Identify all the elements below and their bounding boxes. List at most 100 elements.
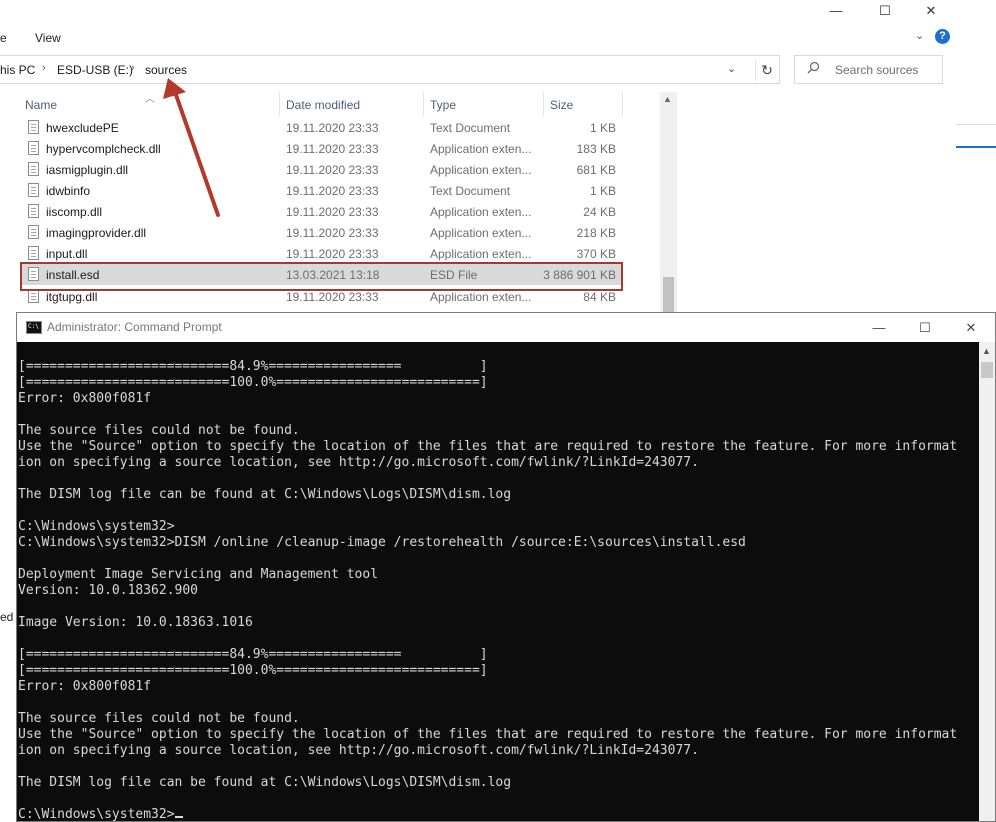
file-name: iasmigplugin.dll bbox=[46, 163, 129, 177]
file-row[interactable]: iasmigplugin.dll 19.11.2020 23:33 Applic… bbox=[20, 159, 622, 180]
background-window-accent-line bbox=[956, 146, 996, 148]
file-name: imagingprovider.dll bbox=[46, 226, 147, 240]
file-date: 19.11.2020 23:33 bbox=[286, 142, 379, 156]
dll-file-icon bbox=[28, 162, 39, 176]
file-date: 19.11.2020 23:33 bbox=[286, 205, 379, 219]
close-button[interactable]: ✕ bbox=[948, 317, 994, 339]
column-divider[interactable] bbox=[543, 92, 544, 116]
maximize-button[interactable]: ☐ bbox=[902, 317, 948, 339]
text-cursor bbox=[174, 816, 183, 818]
file-name: input.dll bbox=[46, 247, 88, 261]
console-line: C:\Windows\system32> bbox=[18, 519, 175, 534]
console-line: ion on specifying a source location, see… bbox=[18, 455, 699, 470]
breadcrumb-esd-usb[interactable]: ESD-USB (E:) bbox=[57, 63, 133, 77]
dll-file-icon bbox=[28, 246, 39, 260]
file-icon bbox=[28, 120, 39, 134]
file-type: Application exten... bbox=[430, 142, 532, 156]
file-row[interactable]: input.dll 19.11.2020 23:33 Application e… bbox=[20, 243, 622, 264]
background-window-divider bbox=[956, 124, 996, 125]
console-line: Version: 10.0.18362.900 bbox=[18, 583, 199, 598]
search-input[interactable]: Search sources bbox=[794, 55, 943, 84]
console-line: ion on specifying a source location, see… bbox=[18, 743, 699, 758]
expand-ribbon-chevron-icon[interactable]: ⌄ bbox=[915, 29, 924, 42]
file-list-scrollbar[interactable]: ▲ bbox=[660, 92, 677, 312]
file-size: 24 KB bbox=[583, 205, 616, 219]
scrollbar-thumb[interactable] bbox=[981, 362, 993, 378]
breadcrumb-separator-icon[interactable]: › bbox=[131, 62, 135, 74]
column-header-size[interactable]: Size bbox=[550, 98, 573, 112]
console-line: The source files could not be found. bbox=[18, 423, 300, 438]
file-name: hwexcludePE bbox=[46, 121, 119, 135]
console-line: [==========================100.0%=======… bbox=[18, 375, 488, 390]
column-header-date[interactable]: Date modified bbox=[286, 98, 360, 112]
file-name: hypervcomplcheck.dll bbox=[46, 142, 161, 156]
window-title: Administrator: Command Prompt bbox=[47, 320, 222, 334]
column-header-name[interactable]: Name bbox=[25, 98, 57, 112]
file-type: Text Document bbox=[430, 184, 511, 198]
address-history-dropdown-icon[interactable]: ⌄ bbox=[727, 62, 736, 75]
console-output[interactable]: [==========================84.9%========… bbox=[17, 342, 979, 821]
help-icon[interactable]: ? bbox=[935, 29, 950, 44]
ribbon-tab-view[interactable]: View bbox=[35, 31, 61, 45]
file-list-header: ︿ Name Date modified Type Size bbox=[0, 92, 660, 116]
file-size: 370 KB bbox=[576, 247, 616, 261]
search-icon bbox=[807, 61, 820, 77]
file-explorer-window: — ☐ ✕ e View ⌄ ? his PC › ESD-USB (E:) ›… bbox=[0, 0, 956, 312]
file-name: idwbinfo bbox=[46, 184, 91, 198]
console-line: C:\Windows\system32> bbox=[18, 807, 175, 821]
file-date: 19.11.2020 23:33 bbox=[286, 184, 379, 198]
file-type: Application exten... bbox=[430, 247, 532, 261]
file-type: Application exten... bbox=[430, 290, 532, 304]
console-line: Image Version: 10.0.18363.1016 bbox=[18, 615, 253, 630]
breadcrumb-separator-icon[interactable]: › bbox=[42, 62, 46, 74]
column-header-type[interactable]: Type bbox=[430, 98, 456, 112]
command-prompt-window: C:\ Administrator: Command Prompt — ☐ ✕ … bbox=[16, 312, 996, 822]
breadcrumb-this-pc[interactable]: his PC bbox=[0, 63, 35, 77]
console-line: Error: 0x800f081f bbox=[18, 679, 152, 694]
file-size: 84 KB bbox=[583, 290, 616, 304]
cmd-title-bar[interactable]: C:\ Administrator: Command Prompt — ☐ ✕ bbox=[17, 313, 995, 342]
file-type: Application exten... bbox=[430, 226, 532, 240]
scroll-up-arrow-icon[interactable]: ▲ bbox=[663, 94, 672, 104]
close-button[interactable]: ✕ bbox=[908, 0, 954, 22]
file-size: 681 KB bbox=[576, 163, 616, 177]
refresh-icon[interactable]: ↻ bbox=[755, 59, 778, 81]
file-date: 19.11.2020 23:33 bbox=[286, 163, 379, 177]
file-row[interactable]: iiscomp.dll 19.11.2020 23:33 Application… bbox=[20, 201, 622, 222]
console-scrollbar[interactable]: ▲ bbox=[979, 342, 995, 821]
minimize-button[interactable]: — bbox=[813, 0, 859, 22]
column-divider[interactable] bbox=[279, 92, 280, 116]
file-row[interactable]: idwbinfo 19.11.2020 23:33 Text Document … bbox=[20, 180, 622, 201]
background-window-text-fragment: ed bbox=[0, 610, 14, 624]
console-line: [==========================84.9%========… bbox=[18, 647, 488, 662]
file-size: 1 KB bbox=[589, 184, 616, 198]
file-name: itgtupg.dll bbox=[46, 290, 98, 304]
console-line: [==========================100.0%=======… bbox=[18, 663, 488, 678]
file-date: 19.11.2020 23:33 bbox=[286, 247, 379, 261]
file-size: 183 KB bbox=[576, 142, 616, 156]
file-icon bbox=[28, 183, 39, 197]
maximize-button[interactable]: ☐ bbox=[862, 0, 908, 22]
file-row[interactable]: hwexcludePE 19.11.2020 23:33 Text Docume… bbox=[20, 117, 622, 138]
console-line: The DISM log file can be found at C:\Win… bbox=[18, 487, 512, 502]
console-line: Use the "Source" option to specify the l… bbox=[18, 439, 958, 454]
dll-file-icon bbox=[28, 141, 39, 155]
file-date: 19.11.2020 23:33 bbox=[286, 121, 379, 135]
address-bar[interactable]: his PC › ESD-USB (E:) › sources ⌄ ↻ bbox=[0, 55, 780, 84]
minimize-button[interactable]: — bbox=[856, 317, 902, 339]
file-row[interactable]: imagingprovider.dll 19.11.2020 23:33 App… bbox=[20, 222, 622, 243]
dll-file-icon bbox=[28, 204, 39, 218]
breadcrumb-sources[interactable]: sources bbox=[145, 63, 187, 77]
column-divider[interactable] bbox=[622, 92, 623, 116]
file-type: Application exten... bbox=[430, 205, 532, 219]
scroll-up-arrow-icon[interactable]: ▲ bbox=[982, 346, 991, 356]
column-divider[interactable] bbox=[423, 92, 424, 116]
file-type: Text Document bbox=[430, 121, 511, 135]
file-date: 19.11.2020 23:33 bbox=[286, 226, 379, 240]
file-row[interactable]: hypervcomplcheck.dll 19.11.2020 23:33 Ap… bbox=[20, 138, 622, 159]
ribbon-tab-fragment[interactable]: e bbox=[0, 31, 7, 45]
file-date: 19.11.2020 23:33 bbox=[286, 290, 379, 304]
console-line: Error: 0x800f081f bbox=[18, 391, 152, 406]
file-size: 1 KB bbox=[589, 121, 616, 135]
scrollbar-thumb[interactable] bbox=[663, 277, 674, 312]
